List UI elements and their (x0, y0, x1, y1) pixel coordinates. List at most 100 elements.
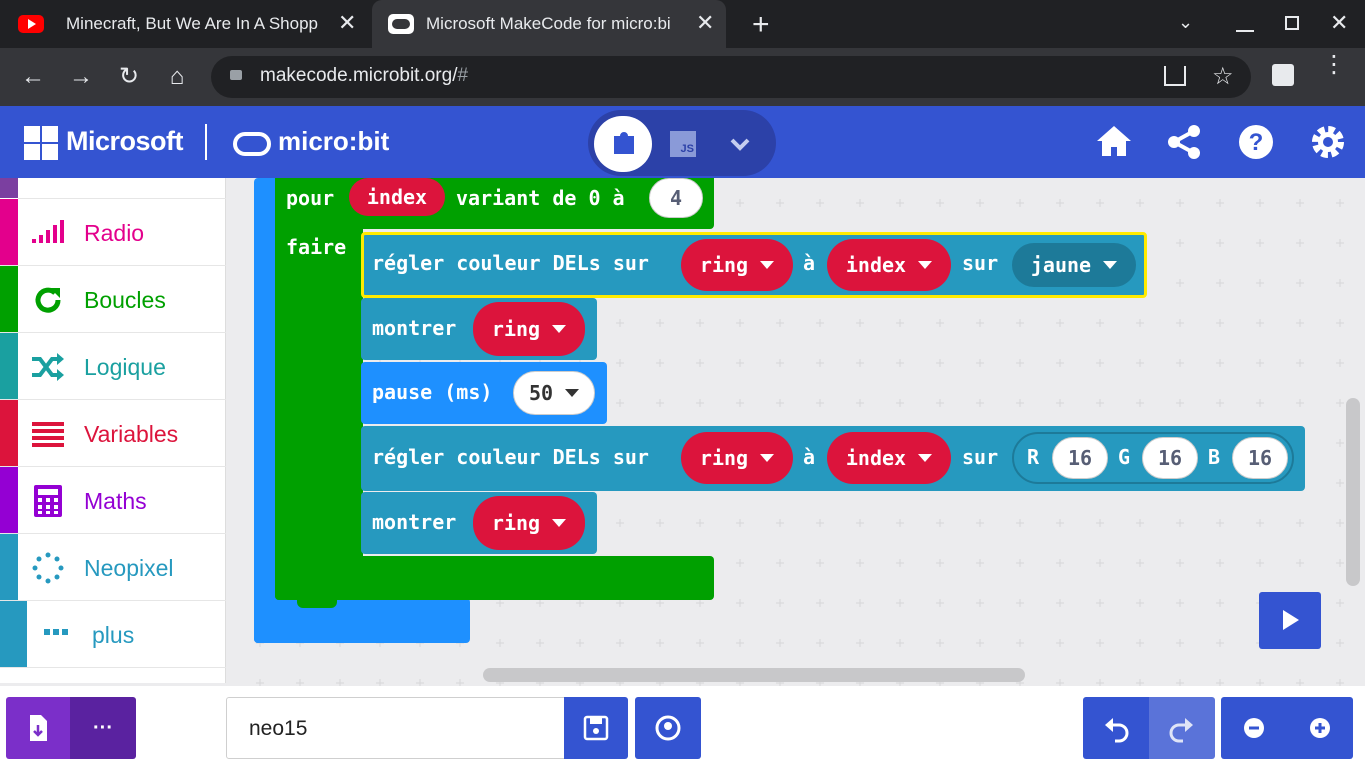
close-tab-icon[interactable]: ✕ (696, 10, 714, 36)
play-icon (1283, 610, 1299, 630)
close-tab-icon[interactable]: ✕ (338, 10, 356, 36)
help-icon[interactable]: ? (1236, 122, 1276, 162)
category-loops[interactable]: Boucles (0, 266, 226, 333)
for-range-text: variant de 0 à (456, 186, 625, 210)
category-label: Logique (84, 354, 166, 380)
tab-title: Microsoft MakeCode for micro:bi (426, 14, 671, 33)
new-tab-icon[interactable]: + (752, 8, 770, 42)
microbit-brand[interactable]: micro:bit (278, 126, 389, 157)
chevron-down-icon (918, 261, 933, 269)
settings-gear-icon[interactable] (1308, 122, 1348, 162)
browser-tab-makecode[interactable]: Microsoft MakeCode for micro:bi ✕ (372, 0, 726, 48)
color-dropdown[interactable]: jaune (1012, 243, 1136, 287)
back-icon[interactable]: ← (18, 62, 48, 92)
zoom-in-button[interactable] (1287, 697, 1353, 759)
color-value: jaune (1030, 253, 1092, 277)
home-icon[interactable]: ⌂ (162, 62, 192, 92)
home-icon[interactable] (1094, 122, 1134, 162)
category-stripe (0, 266, 18, 332)
category-math[interactable]: Maths (0, 467, 226, 534)
green-value[interactable]: 16 (1142, 437, 1198, 479)
category-label: Neopixel (84, 555, 174, 581)
horizontal-scrollbar[interactable] (483, 668, 1025, 682)
calculator-icon (34, 485, 62, 517)
for-loop-bottom[interactable] (275, 556, 714, 600)
share-icon[interactable] (1164, 122, 1204, 162)
pause-duration-dropdown[interactable]: 50 (513, 371, 595, 415)
strip-dropdown[interactable]: ring (681, 432, 793, 484)
pause-value: 50 (528, 381, 554, 405)
for-loop-body-side[interactable] (275, 218, 363, 600)
save-project-button[interactable] (564, 697, 628, 759)
category-radio[interactable]: Radio (0, 199, 226, 266)
github-button[interactable] (635, 697, 701, 759)
zoom-out-button[interactable] (1221, 697, 1287, 759)
more-dots-icon (44, 629, 68, 635)
outer-basic-block-bottom[interactable] (254, 598, 470, 643)
blue-value[interactable]: 16 (1232, 437, 1288, 479)
download-button[interactable] (6, 697, 70, 759)
b-label: B (1208, 445, 1221, 469)
blocks-workspace[interactable]: pour index variant de 0 à 4 faire régler… (227, 178, 1365, 686)
index-dropdown[interactable]: index (827, 239, 951, 291)
blocks-editor-button[interactable] (594, 116, 652, 172)
download-icon (30, 715, 47, 741)
chevron-down-icon (552, 519, 567, 527)
variables-lines-icon (32, 422, 64, 447)
forward-icon[interactable]: → (66, 62, 96, 92)
browser-menu-icon[interactable]: ⋮ (1322, 53, 1346, 77)
strip-value: ring (491, 511, 541, 535)
chevron-down-icon (1103, 261, 1118, 269)
bookmark-star-icon[interactable]: ☆ (1212, 62, 1234, 91)
strip-dropdown[interactable]: ring (681, 239, 793, 291)
pause-text: pause (ms) (372, 380, 493, 404)
microbit-logo-icon (233, 132, 271, 156)
strip-dropdown[interactable]: ring (473, 496, 585, 550)
restore-icon[interactable] (1285, 16, 1299, 30)
language-dropdown-icon[interactable] (728, 134, 752, 154)
extensions-icon[interactable] (1272, 64, 1294, 86)
zoom-out-icon (1244, 718, 1264, 738)
close-window-icon[interactable]: ✕ (1330, 10, 1348, 36)
for-loop-notch (297, 598, 337, 608)
reload-icon[interactable]: ↻ (114, 62, 144, 92)
category-logic[interactable]: Logique (0, 333, 226, 400)
run-simulator-button[interactable] (1259, 592, 1321, 649)
more-options-button[interactable]: ··· (70, 697, 136, 759)
zoom-in-icon (1310, 718, 1330, 738)
minimize-icon[interactable] (1236, 30, 1254, 32)
category-label: Maths (84, 488, 147, 514)
red-value[interactable]: 16 (1052, 437, 1108, 479)
g-label: G (1118, 445, 1131, 469)
category-more[interactable]: plus (0, 601, 226, 668)
url-text[interactable]: makecode.microbit.org/# (260, 65, 468, 87)
vertical-scrollbar[interactable] (1346, 398, 1360, 586)
show-text: montrer (372, 316, 457, 340)
show-text: montrer (372, 510, 457, 534)
category-variables[interactable]: Variables (0, 400, 226, 467)
javascript-editor-button[interactable]: JS (670, 131, 696, 157)
microsoft-brand[interactable]: Microsoft (66, 126, 184, 157)
project-name-value: neo15 (249, 717, 308, 740)
tab-list-icon[interactable]: ⌄ (1178, 12, 1193, 33)
index-dropdown[interactable]: index (827, 432, 951, 484)
category-label: Variables (84, 421, 179, 447)
redo-button[interactable] (1149, 697, 1215, 759)
category-stripe (0, 199, 18, 265)
category-stripe (0, 467, 18, 533)
strip-value: ring (491, 317, 541, 341)
loop-max-value[interactable]: 4 (649, 178, 703, 218)
svg-text:?: ? (1249, 129, 1264, 156)
undo-button[interactable] (1083, 697, 1149, 759)
loop-variable[interactable]: index (349, 178, 445, 216)
install-icon[interactable] (1164, 66, 1186, 86)
strip-dropdown[interactable]: ring (473, 302, 585, 356)
loop-refresh-icon (35, 287, 61, 313)
project-name-input[interactable]: neo15 (226, 697, 566, 759)
category-neopixel[interactable]: Neopixel (0, 534, 226, 601)
lock-icon (230, 70, 242, 80)
at-text: à (803, 251, 816, 275)
undo-icon (1105, 718, 1129, 743)
category-stripe (0, 601, 27, 667)
browser-tab-youtube[interactable]: Minecraft, But We Are In A Shopp ✕ (18, 0, 368, 48)
